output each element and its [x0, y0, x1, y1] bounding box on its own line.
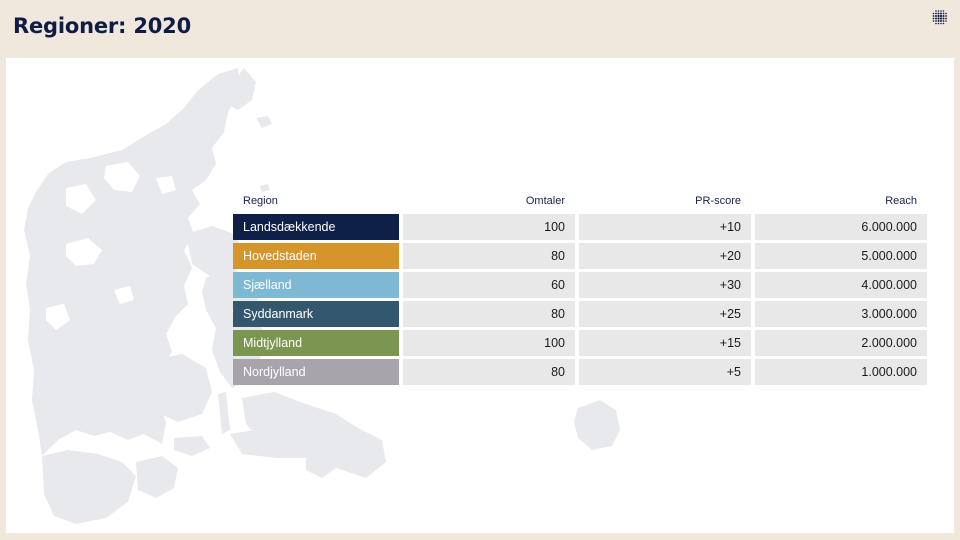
- pr-score-cell: +30: [579, 272, 751, 298]
- omtaler-cell: 60: [403, 272, 575, 298]
- dotted-sphere-icon: [932, 10, 947, 25]
- pr-score-cell: +5: [579, 359, 751, 385]
- table-row: Landsdækkende 100 +10 6.000.000: [233, 214, 927, 240]
- reach-cell: 2.000.000: [755, 330, 927, 356]
- region-cell: Nordjylland: [233, 359, 399, 385]
- omtaler-cell: 80: [403, 359, 575, 385]
- content-panel: Region Omtaler PR-score Reach Landsdække…: [6, 58, 954, 533]
- pr-score-cell: +25: [579, 301, 751, 327]
- table-row: Nordjylland 80 +5 1.000.000: [233, 359, 927, 385]
- region-cell: Midtjylland: [233, 330, 399, 356]
- column-header-reach: Reach: [885, 195, 917, 207]
- omtaler-cell: 100: [403, 330, 575, 356]
- table-row: Hovedstaden 80 +20 5.000.000: [233, 243, 927, 269]
- pr-score-cell: +20: [579, 243, 751, 269]
- omtaler-cell: 100: [403, 214, 575, 240]
- table-header-row: Region Omtaler PR-score Reach: [233, 191, 927, 211]
- column-header-region: Region: [243, 195, 278, 207]
- omtaler-cell: 80: [403, 243, 575, 269]
- reach-cell: 3.000.000: [755, 301, 927, 327]
- pr-score-cell: +10: [579, 214, 751, 240]
- reach-cell: 5.000.000: [755, 243, 927, 269]
- regions-table: Region Omtaler PR-score Reach Landsdække…: [229, 188, 931, 388]
- region-cell: Syddanmark: [233, 301, 399, 327]
- region-cell: Sjælland: [233, 272, 399, 298]
- reach-cell: 1.000.000: [755, 359, 927, 385]
- table-row: Sjælland 60 +30 4.000.000: [233, 272, 927, 298]
- table-row: Syddanmark 80 +25 3.000.000: [233, 301, 927, 327]
- column-header-pr-score: PR-score: [695, 195, 741, 207]
- pr-score-cell: +15: [579, 330, 751, 356]
- reach-cell: 4.000.000: [755, 272, 927, 298]
- table-row: Midtjylland 100 +15 2.000.000: [233, 330, 927, 356]
- reach-cell: 6.000.000: [755, 214, 927, 240]
- column-header-omtaler: Omtaler: [525, 195, 565, 207]
- omtaler-cell: 80: [403, 301, 575, 327]
- page-title: Regioner: 2020: [13, 14, 191, 38]
- region-cell: Hovedstaden: [233, 243, 399, 269]
- region-cell: Landsdækkende: [233, 214, 399, 240]
